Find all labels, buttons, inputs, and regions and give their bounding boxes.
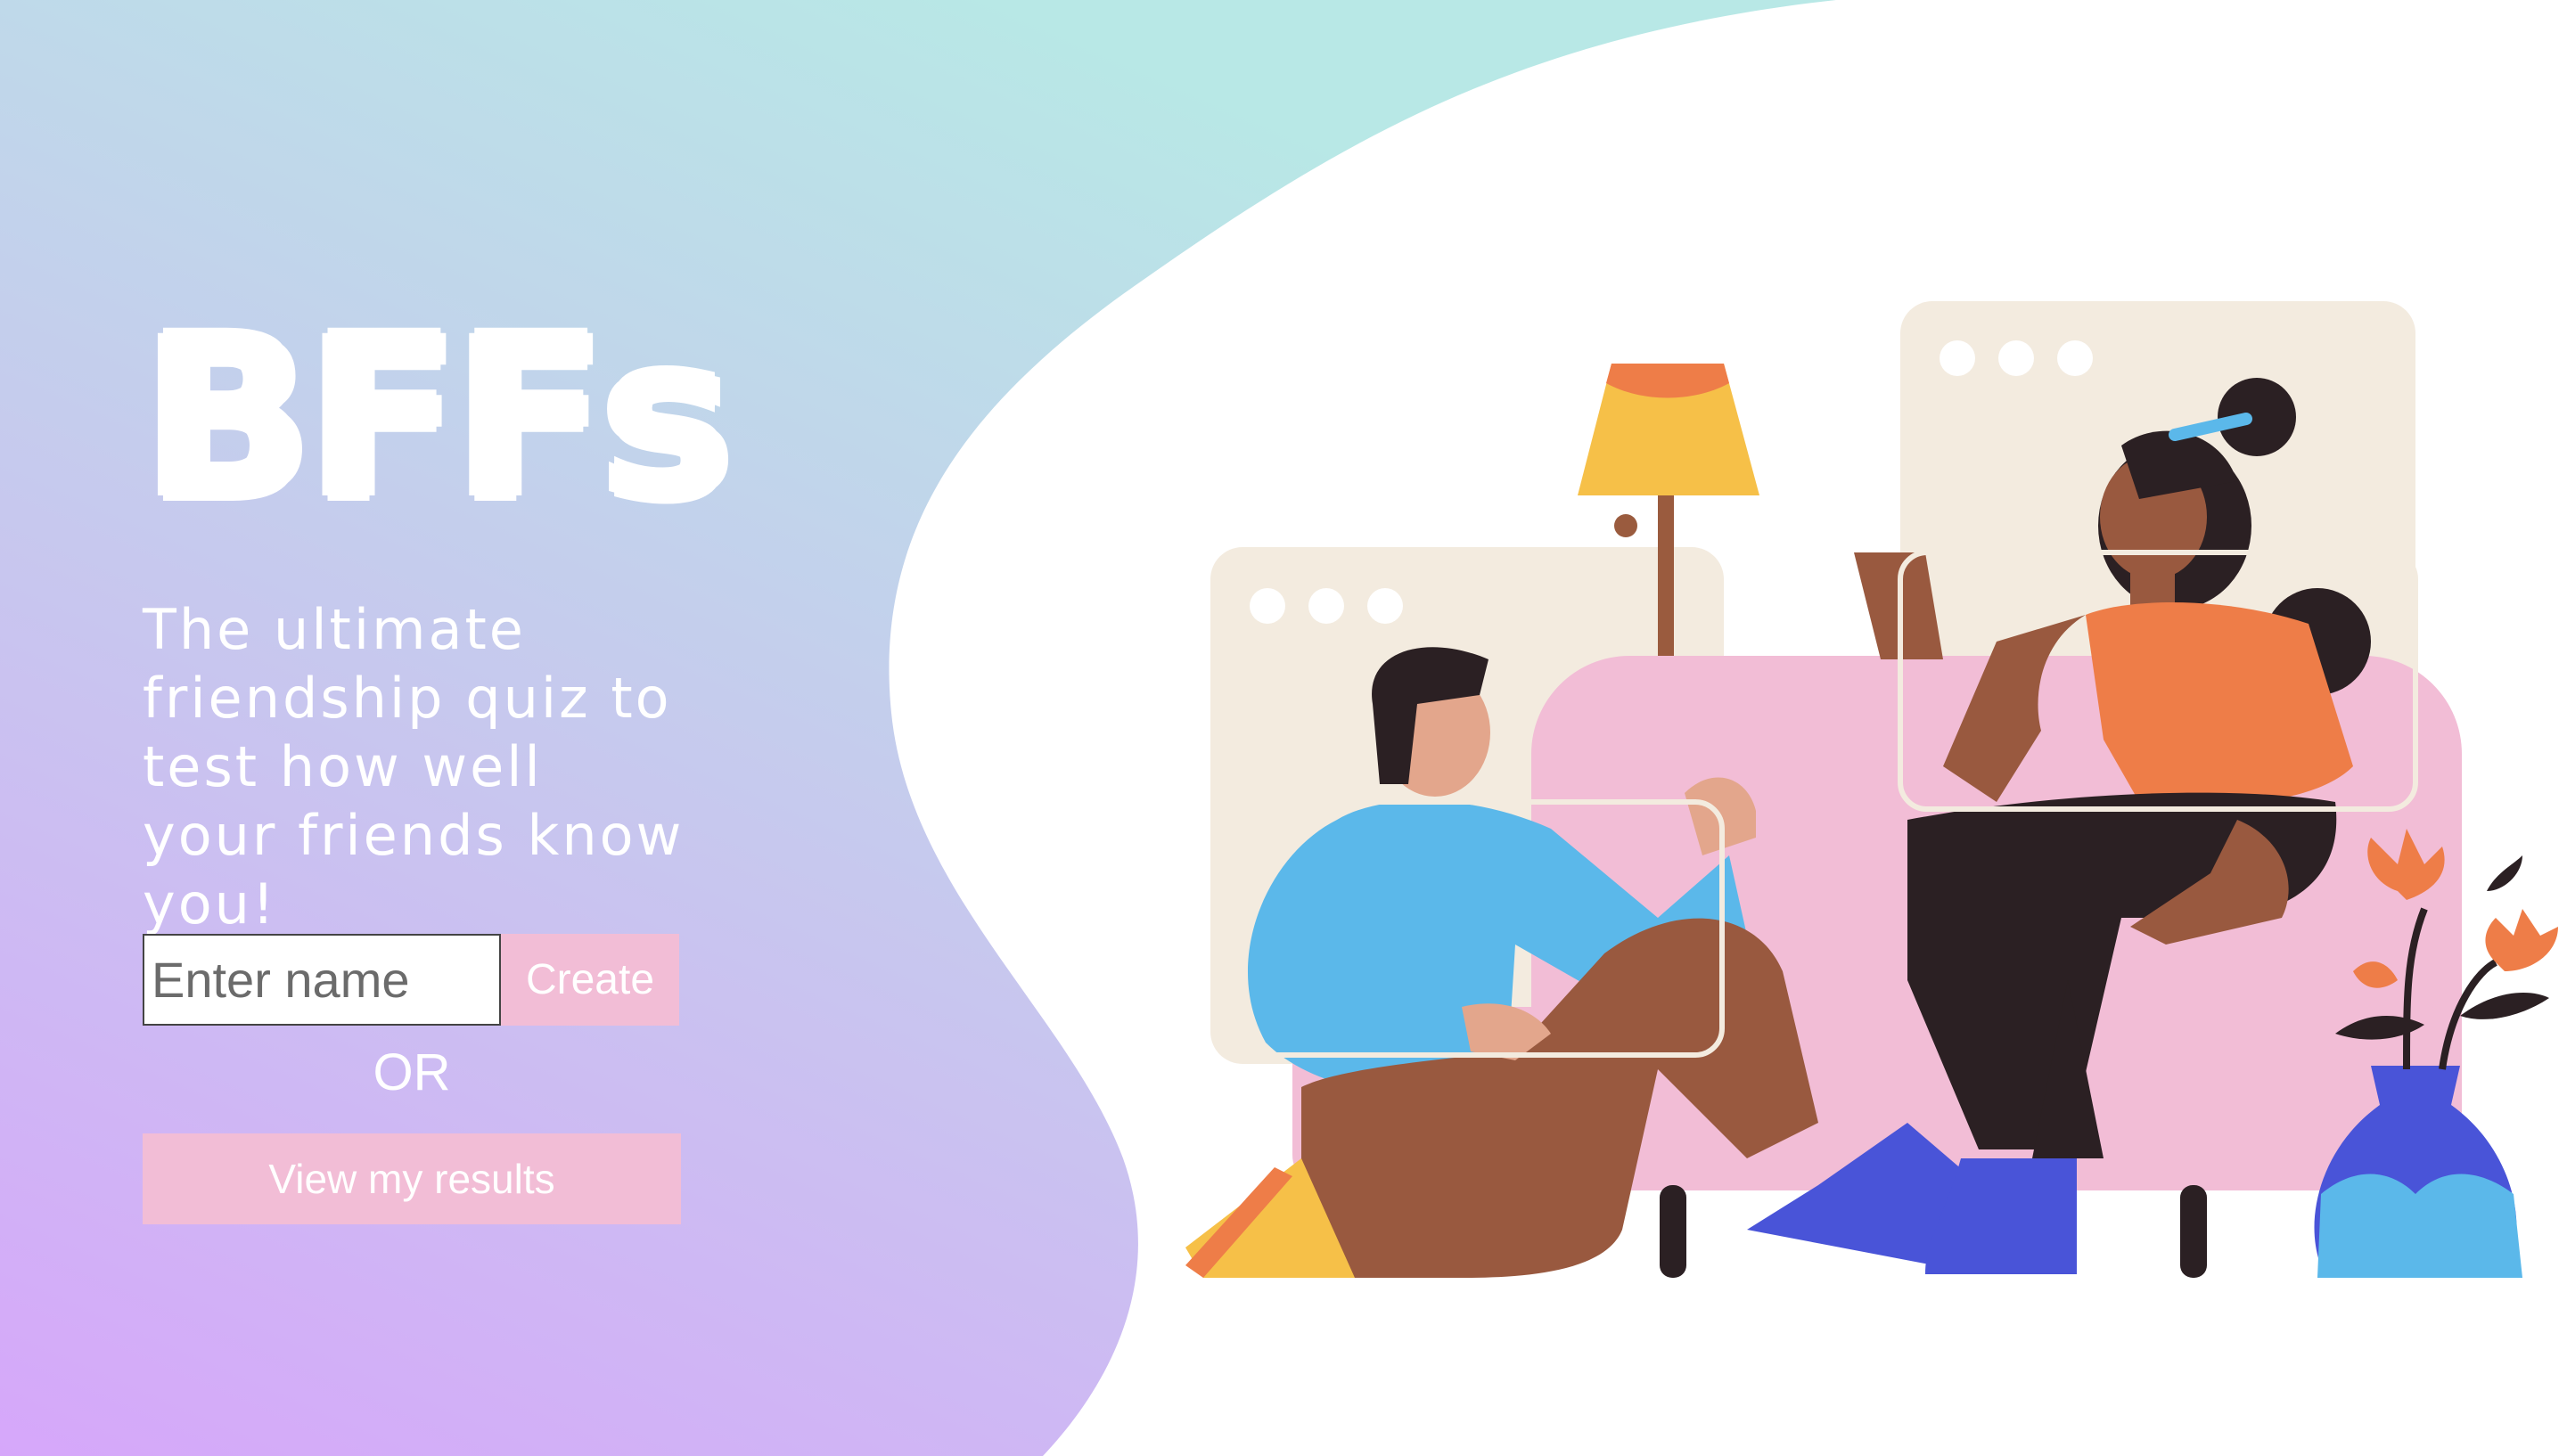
or-divider-label: OR (373, 1043, 451, 1101)
view-results-button[interactable]: View my results (143, 1133, 681, 1224)
name-input[interactable] (143, 934, 501, 1026)
create-button[interactable]: Create (501, 934, 679, 1026)
app-logo: BFFs (143, 289, 734, 548)
tagline: The ultimate friendship quiz to test how… (143, 597, 685, 937)
